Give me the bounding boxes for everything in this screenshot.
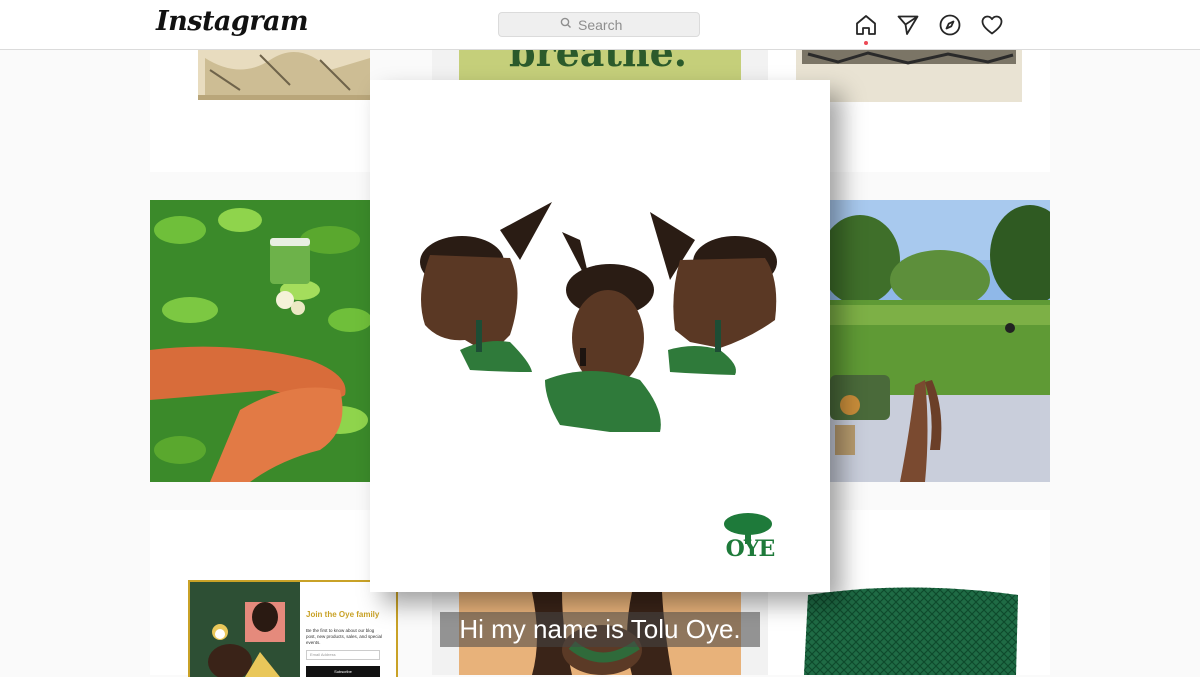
park-picnic-image [830,200,1050,482]
top-navigation-bar: Instagram [0,0,1200,50]
post-preview-overlay[interactable]: OYE [370,80,830,592]
oye-brand-text: OYE [725,536,776,562]
newsletter-title: Join the Oye family [306,610,380,619]
search-input[interactable] [578,16,638,33]
home-icon[interactable] [853,12,879,38]
search-icon [560,16,572,34]
breathe-graphic: breathe. [459,50,741,80]
jar-in-leaves-image [150,200,370,482]
newsletter-card: Join the Oye family Be the first to know… [188,580,398,677]
vintage-print-image [198,50,370,100]
search-box[interactable] [498,12,700,37]
compass-icon[interactable] [937,12,963,38]
portrait-right [650,212,777,375]
post-vintage-print[interactable] [150,50,370,172]
notification-dot [864,41,868,45]
portrait-left [420,202,552,372]
portrait-center [545,232,661,432]
breathe-text: breathe. [509,50,687,75]
heart-icon[interactable] [979,12,1005,38]
post-breathe[interactable]: breathe. [432,50,768,82]
post-park-picnic[interactable] [830,200,1050,482]
newsletter-email-field: Email Address [306,650,380,660]
video-subtitle: Hi my name is Tolu Oye. [440,612,760,647]
paper-plane-icon[interactable] [895,12,921,38]
instagram-logo[interactable]: Instagram [156,6,309,37]
triple-portrait-artwork [420,202,777,544]
newsletter-body: Be the first to know about our blog post… [306,628,383,645]
newsletter-subscribe-button: Subscribe [306,666,380,677]
post-jar-in-leaves[interactable] [150,200,370,482]
newsletter-illustration [190,582,300,677]
